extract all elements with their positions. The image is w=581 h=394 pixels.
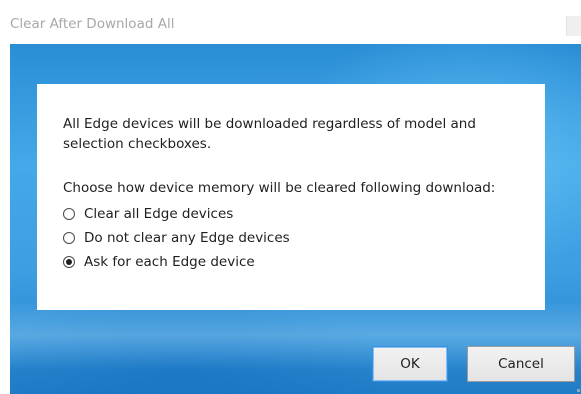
clear-after-download-dialog: Clear After Download All All Edge device… [0,0,581,394]
radio-button[interactable] [63,208,75,220]
clear-prompt: Choose how device memory will be cleared… [63,180,496,196]
window-title: Clear After Download All [10,16,175,32]
option-label[interactable]: Ask for each Edge device [84,254,255,270]
close-icon[interactable] [566,16,581,36]
info-message: All Edge devices will be downloaded rega… [63,116,476,152]
title-bar[interactable]: Clear After Download All [0,0,581,44]
option-ask-each[interactable]: Ask for each Edge device [63,250,290,274]
ok-button[interactable]: OK [372,346,448,382]
resize-grip-icon[interactable] [577,389,580,392]
option-label[interactable]: Clear all Edge devices [84,206,233,222]
option-clear-all[interactable]: Clear all Edge devices [63,202,290,226]
radio-button[interactable] [63,256,75,268]
content-panel: All Edge devices will be downloaded rega… [37,84,545,310]
radio-button[interactable] [63,232,75,244]
option-label[interactable]: Do not clear any Edge devices [84,230,290,246]
option-do-not-clear[interactable]: Do not clear any Edge devices [63,226,290,250]
cancel-button[interactable]: Cancel [467,346,575,382]
clear-option-group: Clear all Edge devices Do not clear any … [63,202,290,274]
